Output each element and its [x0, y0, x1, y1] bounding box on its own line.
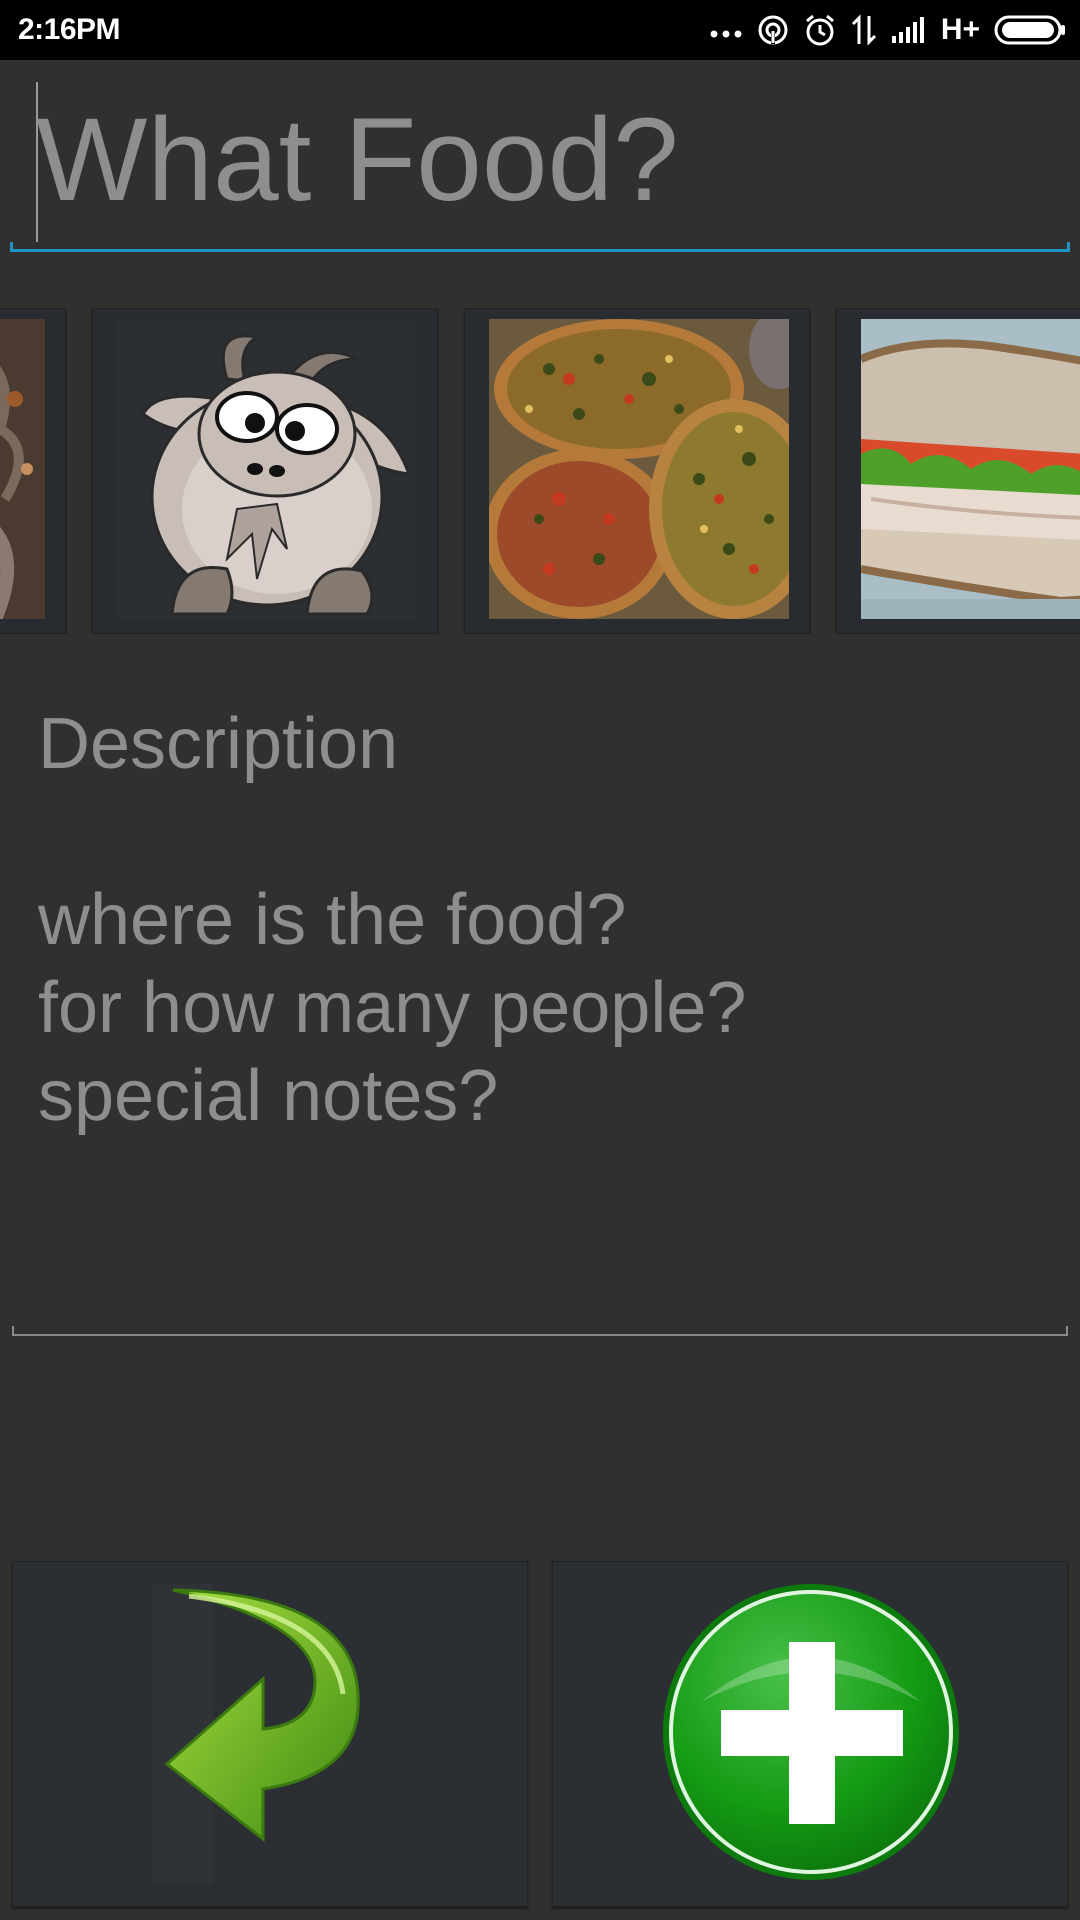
carousel-item[interactable]	[464, 308, 810, 634]
description-input[interactable]: Description where is the food? for how m…	[38, 700, 1038, 1140]
carousel-item[interactable]	[92, 308, 438, 634]
back-button[interactable]	[12, 1561, 528, 1907]
status-time: 2:16PM	[18, 13, 121, 46]
add-plus-icon	[663, 1584, 959, 1880]
more-dots-icon	[709, 20, 743, 40]
title-underline	[10, 242, 1070, 252]
food-photo-partial	[0, 319, 45, 619]
alarm-icon	[803, 13, 837, 47]
battery-icon	[994, 15, 1066, 45]
description-underline	[12, 1326, 1068, 1336]
food-image-carousel[interactable]	[0, 308, 1080, 634]
hotspot-icon	[757, 14, 789, 46]
carousel-item[interactable]	[0, 308, 66, 634]
signal-icon	[891, 16, 927, 44]
sandwich-photo	[861, 319, 1080, 619]
status-bar: 2:16PM H+	[0, 0, 1080, 60]
pizzas-photo	[489, 319, 789, 619]
status-icons: H+	[709, 10, 1066, 50]
add-button[interactable]	[552, 1561, 1068, 1907]
data-transfer-icon	[851, 14, 877, 46]
goat-cartoon	[117, 319, 417, 619]
description-field[interactable]: Description where is the food? for how m…	[12, 700, 1068, 1336]
title-field[interactable]: What Food?	[10, 72, 1070, 252]
back-arrow-icon	[153, 1584, 360, 1884]
network-type-label: H+	[940, 13, 980, 46]
carousel-item[interactable]	[836, 308, 1080, 634]
title-input[interactable]: What Food?	[36, 90, 1036, 230]
